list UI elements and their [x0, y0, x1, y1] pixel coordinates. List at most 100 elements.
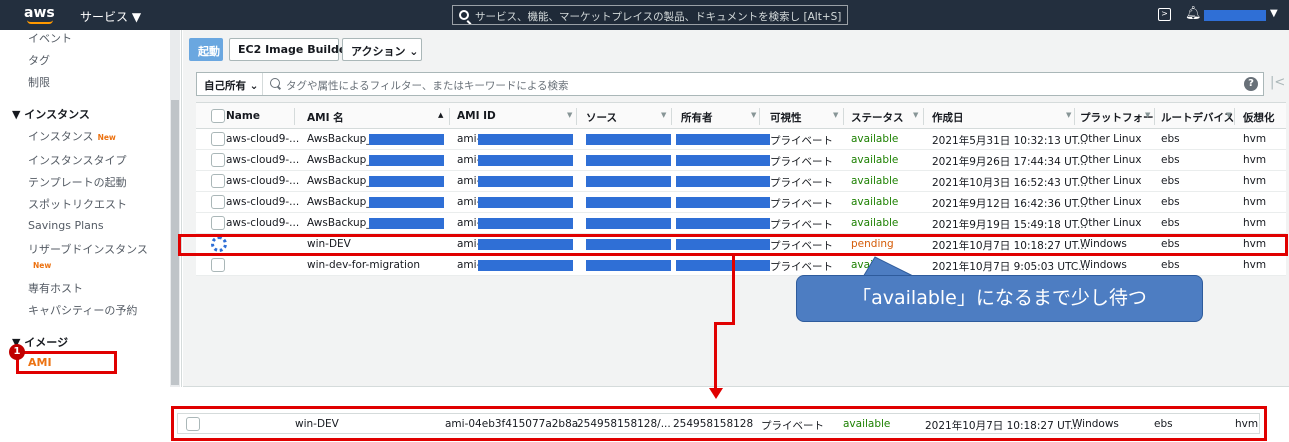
- row-checkbox[interactable]: [186, 417, 200, 431]
- cell-ami-id: ami-: [457, 133, 481, 145]
- row-checkbox[interactable]: [211, 216, 225, 230]
- sort-icon[interactable]: ▼: [567, 111, 572, 119]
- filter-search-input[interactable]: タグや属性によるフィルター、またはキーワードによる検索: [286, 78, 569, 93]
- column-header-ami-name[interactable]: AMI 名: [307, 110, 344, 125]
- bell-icon[interactable]: 🔔︎: [1185, 6, 1202, 21]
- column-divider: [294, 108, 295, 125]
- sidebar-item-spot-requests[interactable]: スポットリクエスト: [28, 196, 127, 212]
- sidebar-item-dedicated-hosts[interactable]: 専有ホスト: [28, 280, 83, 296]
- column-divider: [1074, 108, 1075, 125]
- table-row[interactable]: aws-cloud9-... AwsBackup_i-ami- プライベート avai…: [196, 129, 1286, 150]
- cloudshell-icon[interactable]: >: [1158, 8, 1171, 21]
- global-search-input[interactable]: サービス、機能、マーケットプレイスの製品、ドキュメントを検索し [Alt+S]: [452, 5, 848, 25]
- sidebar-item-launch-templates[interactable]: テンプレートの起動: [28, 174, 127, 190]
- cell-visibility: プライベート: [761, 420, 824, 432]
- chevron-down-icon[interactable]: ▼: [1270, 8, 1278, 19]
- cell-virtualization: hvm: [1243, 154, 1267, 166]
- cell-virtualization: hvm: [1235, 418, 1259, 430]
- sort-icon[interactable]: ▼: [1145, 111, 1150, 119]
- select-all-checkbox[interactable]: [211, 109, 225, 123]
- sort-icon[interactable]: ▼: [1066, 111, 1071, 119]
- cell-virtualization: hvm: [1243, 259, 1267, 271]
- cell-ami-id: ami-: [457, 217, 481, 229]
- cell-status: available: [851, 175, 899, 187]
- sidebar-item-savings-plans[interactable]: Savings Plans: [28, 219, 104, 232]
- actions-dropdown[interactable]: アクション ⌄: [342, 38, 422, 61]
- help-icon[interactable]: ?: [1244, 77, 1258, 91]
- sidebar-scrollbar[interactable]: [170, 30, 180, 387]
- owner-filter-dropdown[interactable]: 自己所有 ⌄: [197, 73, 263, 95]
- column-header-root-device[interactable]: ルートデバイス: [1161, 110, 1234, 125]
- cell-platform: Windows: [1072, 418, 1119, 430]
- sidebar-item-label: インスタンス: [28, 130, 94, 143]
- cell-ami-name: AwsBackup_i-: [307, 133, 379, 145]
- aws-logo[interactable]: aws: [24, 5, 55, 21]
- column-divider: [671, 108, 672, 125]
- sidebar-item-limits[interactable]: 制限: [28, 74, 50, 90]
- column-header-visibility[interactable]: 可視性: [770, 110, 802, 125]
- cell-virtualization: hvm: [1243, 217, 1267, 229]
- cell-ami-name: AwsBackup_i-: [307, 196, 379, 208]
- row-checkbox[interactable]: [211, 174, 225, 188]
- cell-platform: Other Linux: [1080, 217, 1142, 229]
- account-menu[interactable]: [1204, 10, 1266, 21]
- sidebar-item-instance-types[interactable]: インスタンスタイプ: [28, 152, 127, 168]
- redacted-block: [586, 155, 671, 166]
- table-row[interactable]: win-dev-for-migration ami- プライベート avail 2021…: [196, 255, 1286, 276]
- sidebar: イベント タグ 制限 ▼ インスタンス インスタンス New インスタンスタイプ …: [0, 30, 182, 387]
- table-row[interactable]: aws-cloud9-... AwsBackup_i-ami- プライベート avai…: [196, 213, 1286, 234]
- column-header-status[interactable]: ステータス: [851, 110, 904, 125]
- row-checkbox[interactable]: [211, 132, 225, 146]
- annotation-arrow-line: [732, 256, 735, 325]
- cell-visibility: プライベート: [770, 261, 833, 273]
- launch-button[interactable]: 起動: [189, 38, 223, 61]
- column-header-source[interactable]: ソース: [586, 110, 617, 125]
- cell-root-device: ebs: [1154, 418, 1173, 430]
- cell-source: 254958158128/...: [577, 418, 671, 430]
- table-row[interactable]: aws-cloud9-... AwsBackup_i-ami- プライベート avai…: [196, 171, 1286, 192]
- column-header-created[interactable]: 作成日: [932, 110, 964, 125]
- cell-ami-id: ami-: [457, 175, 481, 187]
- cell-visibility: プライベート: [770, 198, 833, 210]
- redacted-block: [369, 155, 444, 166]
- sidebar-item-instances[interactable]: インスタンス New: [28, 128, 116, 144]
- cell-ami-name: AwsBackup_i-: [307, 154, 379, 166]
- new-badge: New: [33, 261, 52, 270]
- sort-icon[interactable]: ▼: [833, 111, 838, 119]
- annotation-arrow-line: [714, 322, 735, 325]
- result-table-row[interactable]: win-DEV ami-04eb3f415077a2b8a 2549581581…: [177, 413, 1260, 434]
- cell-root-device: ebs: [1161, 217, 1180, 229]
- sidebar-item-capacity-reservations[interactable]: キャパシティーの予約: [28, 302, 137, 318]
- sidebar-item-events[interactable]: イベント: [28, 30, 72, 46]
- column-header-owner[interactable]: 所有者: [681, 110, 713, 125]
- sort-icon[interactable]: ▼: [1226, 111, 1231, 119]
- cell-visibility: プライベート: [770, 135, 833, 147]
- column-header-virtualization[interactable]: 仮想化: [1243, 110, 1275, 125]
- table-row[interactable]: aws-cloud9-... AwsBackup_i-ami- プライベート avai…: [196, 150, 1286, 171]
- annotation-highlight-ami: [16, 351, 117, 374]
- column-header-ami-id[interactable]: AMI ID: [457, 110, 496, 122]
- column-header-platform[interactable]: プラットフォー: [1080, 110, 1154, 125]
- row-checkbox[interactable]: [211, 153, 225, 167]
- sort-icon[interactable]: ▼: [661, 111, 666, 119]
- sidebar-section-instances[interactable]: ▼ インスタンス: [12, 106, 90, 122]
- column-divider: [1234, 108, 1235, 125]
- cell-name: aws-cloud9-...: [226, 196, 300, 208]
- row-checkbox[interactable]: [211, 258, 225, 272]
- image-builder-button[interactable]: EC2 Image Builder: [229, 38, 352, 61]
- cell-ami-name: win-dev-for-migration: [307, 259, 421, 271]
- sort-icon[interactable]: ▼: [913, 111, 918, 119]
- table-row[interactable]: aws-cloud9-... AwsBackup_i-ami- プライベート avai…: [196, 192, 1286, 213]
- first-page-icon[interactable]: |<: [1270, 75, 1285, 90]
- step-number-badge: 1: [9, 344, 25, 360]
- sidebar-item-tags[interactable]: タグ: [28, 52, 50, 68]
- redacted-block: [369, 134, 444, 145]
- services-menu[interactable]: サービス ▼: [80, 8, 141, 25]
- sidebar-item-reserved-instances[interactable]: リザーブドインスタンス: [28, 241, 148, 257]
- filter-bar: 自己所有 ⌄ タグや属性によるフィルター、またはキーワードによる検索: [196, 72, 1264, 96]
- redacted-block: [478, 197, 573, 208]
- sort-icon[interactable]: ▼: [751, 111, 756, 119]
- sort-asc-icon[interactable]: ▲: [438, 111, 443, 119]
- column-header-name[interactable]: Name: [226, 110, 260, 122]
- row-checkbox[interactable]: [211, 195, 225, 209]
